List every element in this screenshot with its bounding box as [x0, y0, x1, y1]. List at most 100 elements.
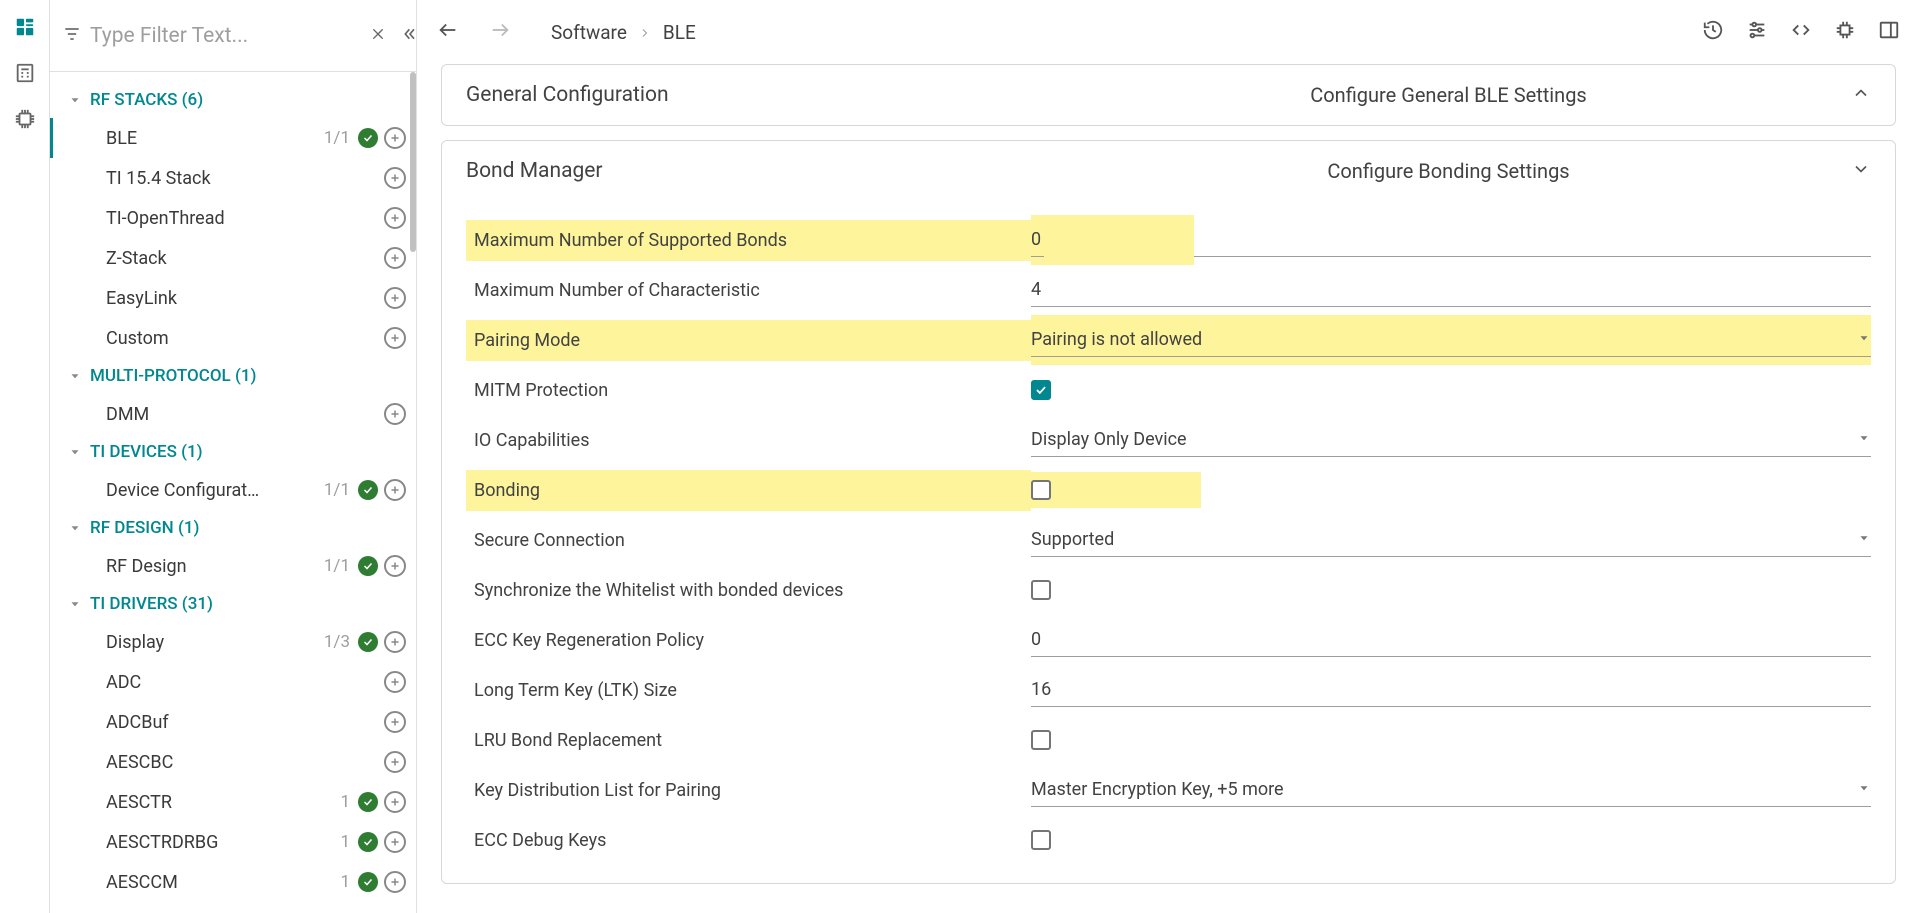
tree-item[interactable]: DMM — [50, 394, 416, 434]
add-button[interactable] — [384, 127, 406, 149]
tree-group-header[interactable]: TI DEVICES (1) — [50, 434, 416, 470]
tree-item[interactable]: Z-Stack — [50, 238, 416, 278]
add-button[interactable] — [384, 247, 406, 269]
main: Software BLE General Configuration Confi… — [417, 0, 1920, 913]
select-input[interactable]: Display Only Device — [1031, 415, 1871, 465]
panel-general-desc: Configure General BLE Settings — [1046, 83, 1851, 107]
breadcrumb-software[interactable]: Software — [551, 21, 627, 44]
panel-bond-manager: Bond Manager Configure Bonding Settings … — [441, 140, 1896, 884]
tree-group-header[interactable]: RF STACKS (6) — [50, 82, 416, 118]
checkbox-wrap — [1021, 822, 1871, 858]
chevron-down-icon — [68, 445, 86, 459]
code-icon[interactable] — [1790, 19, 1812, 45]
form-row: Maximum Number of Supported Bonds0 — [466, 215, 1871, 265]
add-button[interactable] — [384, 287, 406, 309]
panel-bond-body: Maximum Number of Supported Bonds0Maximu… — [442, 201, 1895, 883]
add-button[interactable] — [384, 403, 406, 425]
tree-item[interactable]: Display1/3 — [50, 622, 416, 662]
tree-item[interactable]: RF Design1/1 — [50, 546, 416, 586]
number-input[interactable]: 0 — [1031, 615, 1871, 665]
panel-general-header[interactable]: General Configuration Configure General … — [442, 65, 1895, 125]
checkbox[interactable] — [1031, 480, 1051, 500]
tree-group-header[interactable]: MULTI-PROTOCOL (1) — [50, 358, 416, 394]
tree-item[interactable]: TI 15.4 Stack — [50, 158, 416, 198]
add-button[interactable] — [384, 711, 406, 733]
rail-config-icon[interactable] — [14, 16, 36, 38]
form-label: IO Capabilities — [466, 420, 1031, 461]
tree-item-label: Custom — [106, 328, 348, 349]
tree-item[interactable]: EasyLink — [50, 278, 416, 318]
number-input[interactable]: 4 — [1031, 265, 1871, 315]
number-input[interactable]: 0 — [1031, 215, 1194, 265]
form-row: Maximum Number of Characteristic4 — [466, 265, 1871, 315]
breadcrumb-ble[interactable]: BLE — [663, 21, 696, 44]
add-button[interactable] — [384, 167, 406, 189]
select-input[interactable]: Master Encryption Key, +5 more — [1031, 765, 1871, 815]
form-label: Long Term Key (LTK) Size — [466, 670, 1031, 711]
panel-icon[interactable] — [1878, 19, 1900, 45]
tree-item[interactable]: AESCTRDRBG1 — [50, 822, 416, 862]
history-icon[interactable] — [1702, 19, 1724, 45]
form-label: Maximum Number of Supported Bonds — [466, 220, 1031, 261]
panel-bond-title: Bond Manager — [466, 159, 1046, 183]
add-button[interactable] — [384, 831, 406, 853]
form-row: Secure ConnectionSupported — [466, 515, 1871, 565]
add-button[interactable] — [384, 751, 406, 773]
chevron-down-icon — [1857, 329, 1871, 350]
tree-group-header[interactable]: TI DRIVERS (31) — [50, 586, 416, 622]
tree-item-label: Device Configurat… — [106, 480, 322, 501]
chevron-down-icon — [1857, 779, 1871, 800]
tree-group-header[interactable]: RF DESIGN (1) — [50, 510, 416, 546]
tree-item[interactable]: AESCBC — [50, 742, 416, 782]
add-button[interactable] — [384, 631, 406, 653]
number-input[interactable]: 16 — [1031, 665, 1871, 715]
tree-item[interactable]: BLE1/1 — [50, 118, 416, 158]
tree-item[interactable]: Device Configurat…1/1 — [50, 470, 416, 510]
tree-item-label: ADC — [106, 672, 348, 693]
checkbox[interactable] — [1031, 730, 1051, 750]
tree-item-usage: 1/1 — [322, 128, 350, 148]
tree-item-label: AESCBC — [106, 752, 348, 773]
checkbox[interactable] — [1031, 830, 1051, 850]
tree-item[interactable]: Custom — [50, 318, 416, 358]
checkbox[interactable] — [1031, 580, 1051, 600]
chip-settings-icon[interactable] — [1834, 19, 1856, 45]
group-label: TI DRIVERS (31) — [90, 594, 402, 614]
add-button[interactable] — [384, 479, 406, 501]
select-input[interactable]: Supported — [1031, 515, 1871, 565]
chevron-right-icon — [639, 21, 651, 44]
tree-item[interactable]: ADC — [50, 662, 416, 702]
form-label: ECC Key Regeneration Policy — [466, 620, 1031, 661]
tree-item-usage: 1 — [322, 792, 350, 812]
tree-item[interactable]: AESCTR1 — [50, 782, 416, 822]
add-button[interactable] — [384, 791, 406, 813]
add-button[interactable] — [384, 207, 406, 229]
scrollbar[interactable] — [408, 72, 416, 502]
add-button[interactable] — [384, 555, 406, 577]
select-input[interactable]: Pairing is not allowed — [1031, 315, 1871, 365]
group-label: RF STACKS (6) — [90, 90, 402, 110]
add-button[interactable] — [384, 871, 406, 893]
tree-item[interactable]: TI-OpenThread — [50, 198, 416, 238]
form-label: Synchronize the Whitelist with bonded de… — [466, 570, 1031, 611]
chevron-up-icon — [1851, 83, 1871, 107]
tree-item[interactable]: AESCCM1 — [50, 862, 416, 902]
tree-item[interactable]: ADCBuf — [50, 702, 416, 742]
add-button[interactable] — [384, 671, 406, 693]
checkbox[interactable] — [1031, 380, 1051, 400]
rail-chip-icon[interactable] — [14, 108, 36, 130]
form-row: LRU Bond Replacement — [466, 715, 1871, 765]
nav-forward-button[interactable] — [489, 19, 511, 45]
nav-back-button[interactable] — [437, 19, 459, 45]
group-label: MULTI-PROTOCOL (1) — [90, 366, 402, 386]
panel-bond-header[interactable]: Bond Manager Configure Bonding Settings — [442, 141, 1895, 201]
filter-input[interactable] — [90, 20, 358, 52]
check-badge-icon — [358, 832, 378, 852]
rail-calculator-icon[interactable] — [14, 62, 36, 84]
tree-item-label: EasyLink — [106, 288, 348, 309]
form-row: Long Term Key (LTK) Size16 — [466, 665, 1871, 715]
clear-filter-button[interactable] — [366, 22, 390, 50]
sliders-icon[interactable] — [1746, 19, 1768, 45]
sidebar-header — [50, 0, 416, 72]
add-button[interactable] — [384, 327, 406, 349]
